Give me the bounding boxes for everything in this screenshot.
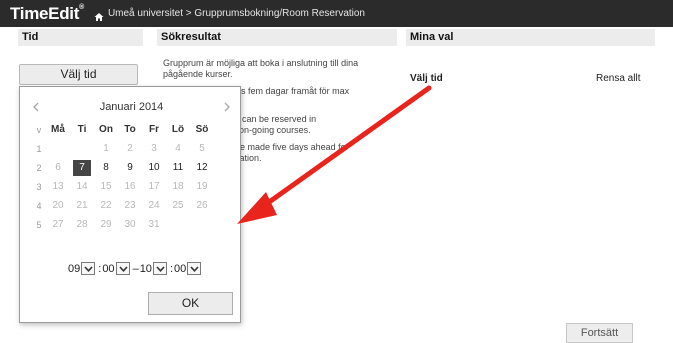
annotation-arrow — [237, 85, 432, 224]
